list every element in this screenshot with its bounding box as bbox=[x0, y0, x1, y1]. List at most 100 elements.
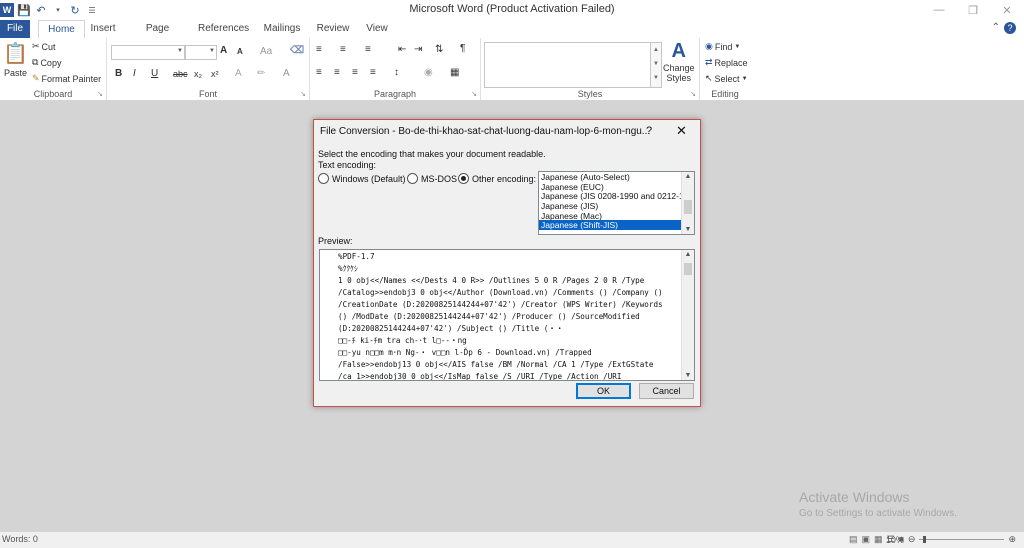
styles-gallery-scroll[interactable]: ▲ ▼ ▼ bbox=[650, 42, 662, 88]
copy-button[interactable]: ⧉ Copy bbox=[32, 57, 61, 68]
zoom-out-icon[interactable]: ⊖ bbox=[908, 534, 916, 545]
align-left-icon[interactable]: ≡ bbox=[316, 67, 322, 78]
tab-mailings[interactable]: Mailings bbox=[260, 20, 304, 38]
encoding-listbox[interactable]: Japanese (Auto-Select) Japanese (EUC) Ja… bbox=[538, 171, 695, 235]
clear-formatting-icon[interactable]: ⌫ bbox=[290, 45, 304, 56]
ribbon-right-controls: ⌃ ? bbox=[992, 22, 1016, 34]
align-right-icon[interactable]: ≡ bbox=[352, 67, 358, 78]
clipboard-launcher-icon[interactable]: ↘ bbox=[97, 90, 103, 98]
italic-button[interactable]: I bbox=[133, 68, 136, 79]
preview-label: Preview: bbox=[318, 236, 353, 246]
borders-icon[interactable]: ▦ bbox=[450, 67, 459, 78]
radio-ms-dos[interactable]: MS-DOS bbox=[407, 173, 457, 184]
underline-button[interactable]: U bbox=[151, 68, 158, 79]
find-button[interactable]: ◉ Find ▼ bbox=[705, 41, 740, 52]
format-painter-button[interactable]: ✎ Format Painter bbox=[32, 73, 101, 84]
tab-page-layout[interactable]: Page Layout bbox=[130, 20, 185, 52]
align-center-icon[interactable]: ≡ bbox=[334, 67, 340, 78]
encoding-instruction: Select the encoding that makes your docu… bbox=[318, 149, 546, 159]
cut-button[interactable]: ✂ Cut bbox=[32, 41, 56, 52]
activation-watermark-subtitle: Go to Settings to activate Windows. bbox=[799, 508, 957, 519]
scroll-down-icon[interactable]: ▼ bbox=[682, 226, 694, 233]
preview-scrollbar[interactable]: ▲ ▼ bbox=[681, 250, 694, 380]
radio-windows-default[interactable]: Windows (Default) bbox=[318, 173, 406, 184]
justify-icon[interactable]: ≡ bbox=[370, 67, 376, 78]
styles-launcher-icon[interactable]: ↘ bbox=[690, 90, 696, 98]
web-layout-icon[interactable]: ▦ bbox=[874, 534, 883, 545]
text-effects-icon[interactable]: A bbox=[235, 68, 242, 79]
tab-file[interactable]: File bbox=[0, 20, 30, 38]
line-spacing-icon[interactable]: ↕ bbox=[394, 67, 399, 78]
numbering-icon[interactable]: ≡ bbox=[340, 44, 346, 55]
help-icon[interactable]: ? bbox=[1004, 22, 1016, 34]
dialog-close-button[interactable]: ✕ bbox=[676, 123, 687, 139]
superscript-button[interactable]: x² bbox=[211, 69, 219, 79]
word-count[interactable]: Words: 0 bbox=[2, 534, 38, 544]
encoding-option-selected[interactable]: Japanese (Shift-JIS) bbox=[539, 220, 694, 230]
font-launcher-icon[interactable]: ↘ bbox=[300, 90, 306, 98]
grow-font-button[interactable]: A bbox=[220, 45, 227, 56]
zoom-in-icon[interactable]: ⊕ bbox=[1008, 534, 1016, 545]
close-window-icon[interactable]: ✕ bbox=[990, 0, 1024, 20]
print-layout-icon[interactable]: ▤ bbox=[849, 534, 858, 545]
change-case-button[interactable]: Aa bbox=[260, 46, 272, 57]
font-group: ▼ ▼ A A Aa ⌫ B I U abc x₂ x² A ✏ A Font … bbox=[107, 38, 310, 100]
tab-insert[interactable]: Insert bbox=[88, 20, 118, 38]
tab-references[interactable]: References bbox=[198, 20, 249, 38]
radio-circle bbox=[407, 173, 418, 184]
styles-gallery[interactable] bbox=[484, 42, 652, 88]
decrease-indent-icon[interactable]: ⇤ bbox=[398, 44, 406, 55]
bold-button[interactable]: B bbox=[115, 68, 122, 79]
collapse-ribbon-icon[interactable]: ⌃ bbox=[992, 22, 1000, 34]
multilevel-list-icon[interactable]: ≡ bbox=[365, 44, 371, 55]
scroll-down-icon[interactable]: ▼ bbox=[682, 372, 694, 379]
show-marks-button[interactable]: ¶ bbox=[460, 43, 465, 54]
preview-line: () /ModDate (D:20200825144244+07'42') /P… bbox=[338, 312, 640, 321]
increase-indent-icon[interactable]: ⇥ bbox=[414, 44, 422, 55]
encoding-scrollbar[interactable]: ▲ ▼ bbox=[681, 172, 694, 234]
zoom-slider[interactable] bbox=[919, 536, 1005, 543]
font-color-button[interactable]: A bbox=[283, 68, 290, 79]
scroll-thumb[interactable] bbox=[684, 200, 692, 214]
zoom-level[interactable]: 10% bbox=[886, 535, 904, 545]
zoom-control: 10% ⊖ ⊕ bbox=[886, 534, 1016, 545]
shading-icon[interactable]: ◉ bbox=[424, 67, 433, 78]
ok-button[interactable]: OK bbox=[576, 383, 631, 399]
encoding-option[interactable]: Japanese (Auto-Select) bbox=[539, 172, 694, 182]
radio-other-encoding[interactable]: Other encoding: bbox=[458, 173, 536, 184]
highlight-icon[interactable]: ✏ bbox=[257, 68, 265, 79]
replace-button[interactable]: ⇄ Replace bbox=[705, 57, 748, 68]
font-name-combo[interactable]: ▼ bbox=[111, 45, 185, 60]
minimize-icon[interactable]: — bbox=[922, 0, 956, 20]
change-styles-button[interactable]: A Change Styles bbox=[663, 40, 695, 83]
scroll-up-icon[interactable]: ▲ bbox=[682, 173, 694, 180]
encoding-option[interactable]: Japanese (JIS) bbox=[539, 201, 694, 211]
restore-icon[interactable]: ❐ bbox=[956, 0, 990, 20]
paste-icon: 📋 bbox=[3, 43, 28, 65]
subscript-button[interactable]: x₂ bbox=[194, 69, 202, 79]
dialog-help-button[interactable]: ? bbox=[646, 125, 652, 137]
paste-button[interactable]: 📋 Paste bbox=[3, 41, 28, 78]
bullets-icon[interactable]: ≡ bbox=[316, 44, 322, 55]
font-size-combo[interactable]: ▼ bbox=[185, 45, 217, 60]
tab-view[interactable]: View bbox=[364, 20, 390, 38]
tab-review[interactable]: Review bbox=[316, 20, 350, 38]
cancel-button[interactable]: Cancel bbox=[639, 383, 694, 399]
scroll-up-icon[interactable]: ▲ bbox=[682, 251, 694, 258]
scroll-thumb[interactable] bbox=[684, 263, 692, 275]
window-controls: — ❐ ✕ bbox=[922, 0, 1024, 20]
sort-icon[interactable]: ⇅ bbox=[435, 44, 443, 55]
shrink-font-button[interactable]: A bbox=[237, 47, 243, 56]
encoding-option[interactable]: Japanese (Mac) bbox=[539, 211, 694, 221]
preview-line: /ca 1>>endobj30 0 obj<</IsMap false /S /… bbox=[338, 372, 622, 381]
full-screen-icon[interactable]: ▣ bbox=[861, 534, 870, 545]
activation-watermark-title: Activate Windows bbox=[799, 489, 910, 505]
preview-line: □□-yu n□□m m･n Ng-・ v□□n l-Ďp 6 - Downlo… bbox=[338, 348, 592, 357]
strikethrough-button[interactable]: abc bbox=[173, 69, 188, 79]
select-button[interactable]: ↖ Select ▼ bbox=[705, 73, 748, 84]
encoding-option[interactable]: Japanese (JIS 0208-1990 and 0212-19 bbox=[539, 191, 694, 202]
paragraph-launcher-icon[interactable]: ↘ bbox=[471, 90, 477, 98]
tab-home[interactable]: Home bbox=[38, 20, 85, 39]
encoding-option[interactable]: Japanese (EUC) bbox=[539, 182, 694, 192]
zoom-knob[interactable] bbox=[923, 536, 927, 543]
